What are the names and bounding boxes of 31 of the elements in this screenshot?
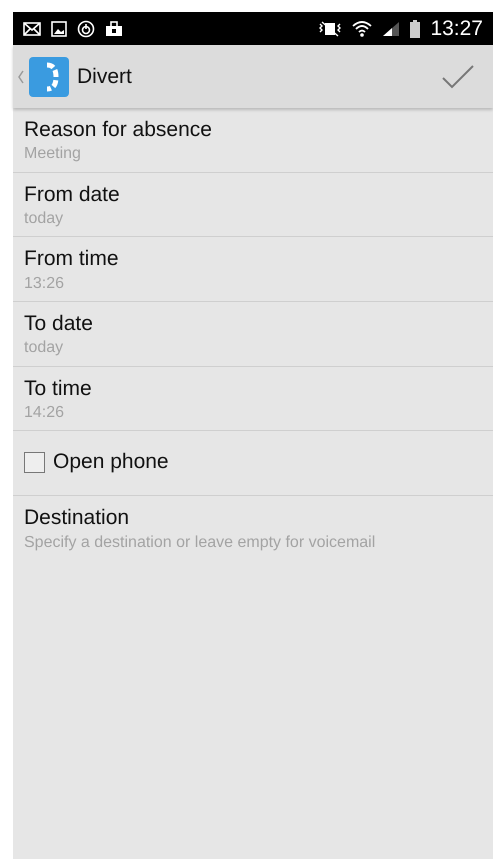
battery-icon: [410, 20, 420, 38]
image-icon: [51, 20, 67, 36]
checkbox[interactable]: [24, 452, 45, 473]
signal-icon: [382, 20, 400, 36]
setting-row[interactable]: To time 14:26: [13, 366, 493, 432]
briefcase-icon: [105, 20, 123, 36]
setting-value: Meeting: [24, 144, 82, 164]
setting-title: From time: [24, 246, 120, 272]
setting-title: From date: [24, 182, 121, 208]
setting-title: Reason for absence: [24, 117, 213, 143]
app-icon: [29, 56, 69, 96]
setting-title: To time: [24, 376, 93, 402]
setting-value: 13:26: [24, 274, 66, 294]
setting-value: 14:26: [24, 403, 66, 424]
setting-value: today: [24, 338, 64, 358]
vibrate-icon: [318, 20, 342, 36]
setting-row[interactable]: To date today: [13, 302, 493, 367]
power-icon: [77, 20, 95, 38]
setting-row[interactable]: From date today: [13, 172, 493, 238]
setting-row[interactable]: Reason for absence Meeting: [13, 108, 493, 173]
setting-value: today: [24, 208, 64, 229]
mail-icon: [23, 22, 41, 36]
destination-field[interactable]: Specify a destination or leave empty for voicemail: [24, 531, 482, 556]
checkbox-label: Open phone: [53, 449, 169, 476]
wifi-icon: [352, 20, 372, 38]
field-label: Destination: [24, 504, 130, 531]
setting-title: To date: [24, 311, 94, 338]
back-icon[interactable]: [17, 68, 25, 84]
setting-row[interactable]: From time 13:26: [13, 237, 493, 302]
status-time: 13:27: [430, 16, 483, 42]
screen-title: Divert: [77, 64, 132, 90]
